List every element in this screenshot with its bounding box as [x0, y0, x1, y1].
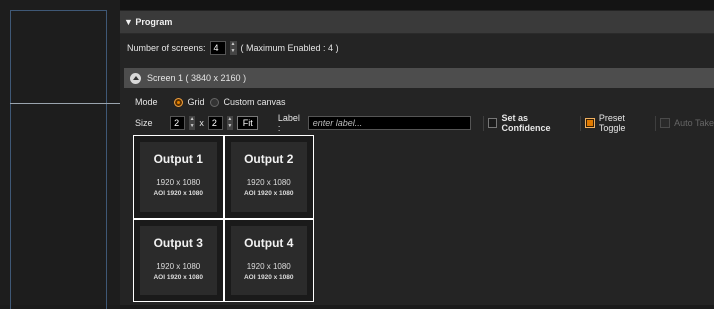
output-card[interactable]: Output 1 1920 x 1080 AOI 1920 x 1080: [140, 142, 217, 212]
program-section-header[interactable]: ▼ Program: [120, 11, 714, 34]
output-grid: Output 1 1920 x 1080 AOI 1920 x 1080 Out…: [133, 135, 314, 302]
number-of-screens-label: Number of screens:: [127, 43, 206, 53]
main-pane: ▼ Program Number of screens: 4 ▲ ▼ ( Max…: [120, 0, 714, 305]
grid-radio[interactable]: [173, 97, 183, 107]
output-aoi: AOI 1920 x 1080: [243, 273, 294, 281]
output-cell[interactable]: Output 4 1920 x 1080 AOI 1920 x 1080: [224, 219, 313, 301]
output-card[interactable]: Output 3 1920 x 1080 AOI 1920 x 1080: [140, 225, 217, 295]
top-strip: [120, 0, 714, 10]
number-of-screens-row: Number of screens: 4 ▲ ▼ ( Maximum Enabl…: [127, 40, 339, 56]
left-panel-bottom: [10, 104, 107, 309]
program-title: ▼ Program: [124, 17, 173, 27]
left-pane: [0, 0, 120, 309]
output-resolution: 1920 x 1080: [246, 178, 291, 187]
output-card[interactable]: Output 2 1920 x 1080 AOI 1920 x 1080: [230, 142, 307, 212]
collapse-up-icon[interactable]: [130, 72, 141, 84]
spinner-up-icon[interactable]: ▲: [231, 42, 236, 47]
maximum-enabled-text: ( Maximum Enabled : 4 ): [240, 43, 339, 53]
custom-canvas-radio-label[interactable]: Custom canvas: [224, 97, 286, 107]
size-rows-input[interactable]: 2: [207, 116, 223, 130]
toolbar-divider: [580, 115, 582, 131]
preset-toggle-checkbox[interactable]: [585, 118, 595, 128]
label-field-label: Label :: [277, 113, 300, 133]
size-columns-spinner[interactable]: ▲ ▼: [188, 116, 196, 130]
size-columns-input[interactable]: 2: [170, 116, 185, 130]
output-name: Output 4: [244, 235, 294, 250]
output-resolution: 1920 x 1080: [156, 178, 201, 187]
fit-button[interactable]: Fit: [237, 116, 259, 130]
number-of-screens-spinner[interactable]: ▲ ▼: [229, 41, 237, 55]
size-rows-spinner[interactable]: ▲ ▼: [226, 116, 234, 130]
output-resolution: 1920 x 1080: [246, 261, 291, 271]
mode-label: Mode: [135, 97, 158, 107]
set-as-confidence-label[interactable]: Set as Confidence: [501, 113, 576, 133]
set-as-confidence-checkbox[interactable]: [487, 118, 498, 128]
auto-take-label: Auto Take: [674, 118, 714, 128]
label-input[interactable]: enter label...: [307, 116, 471, 130]
number-of-screens-input[interactable]: 4: [209, 41, 226, 55]
size-row: Size 2 ▲ ▼ x 2 ▲ ▼ Fit Label : enter lab…: [135, 113, 714, 133]
preset-toggle-label[interactable]: Preset Toggle: [599, 113, 652, 133]
output-aoi: AOI 1920 x 1080: [153, 190, 203, 197]
spinner-down-icon[interactable]: ▼: [190, 124, 195, 129]
output-cell[interactable]: Output 2 1920 x 1080 AOI 1920 x 1080: [224, 136, 313, 218]
mode-row: Mode Grid Custom canvas: [135, 95, 286, 109]
toolbar-divider: [482, 115, 484, 131]
spinner-down-icon[interactable]: ▼: [227, 124, 232, 129]
grid-radio-label[interactable]: Grid: [188, 97, 205, 107]
size-label: Size: [135, 118, 153, 128]
custom-canvas-radio[interactable]: [209, 97, 219, 107]
output-name: Output 1: [153, 152, 203, 166]
size-x-separator: x: [199, 118, 204, 128]
spinner-up-icon[interactable]: ▲: [190, 117, 195, 122]
spinner-up-icon[interactable]: ▲: [227, 117, 232, 122]
output-name: Output 3: [153, 235, 203, 250]
screen-1-title: Screen 1 ( 3840 x 2160 ): [147, 73, 247, 83]
output-card[interactable]: Output 4 1920 x 1080 AOI 1920 x 1080: [230, 225, 307, 295]
output-resolution: 1920 x 1080: [156, 261, 201, 271]
output-name: Output 2: [244, 152, 294, 166]
output-cell[interactable]: Output 1 1920 x 1080 AOI 1920 x 1080: [134, 136, 223, 218]
auto-take-checkbox: [660, 118, 671, 128]
screen-1-header[interactable]: Screen 1 ( 3840 x 2160 ): [124, 68, 714, 88]
left-panel-top: [10, 10, 107, 103]
output-aoi: AOI 1920 x 1080: [243, 190, 294, 197]
output-cell[interactable]: Output 3 1920 x 1080 AOI 1920 x 1080: [134, 219, 223, 301]
output-aoi: AOI 1920 x 1080: [153, 273, 203, 281]
spinner-down-icon[interactable]: ▼: [231, 49, 236, 54]
toolbar-divider: [655, 115, 657, 131]
